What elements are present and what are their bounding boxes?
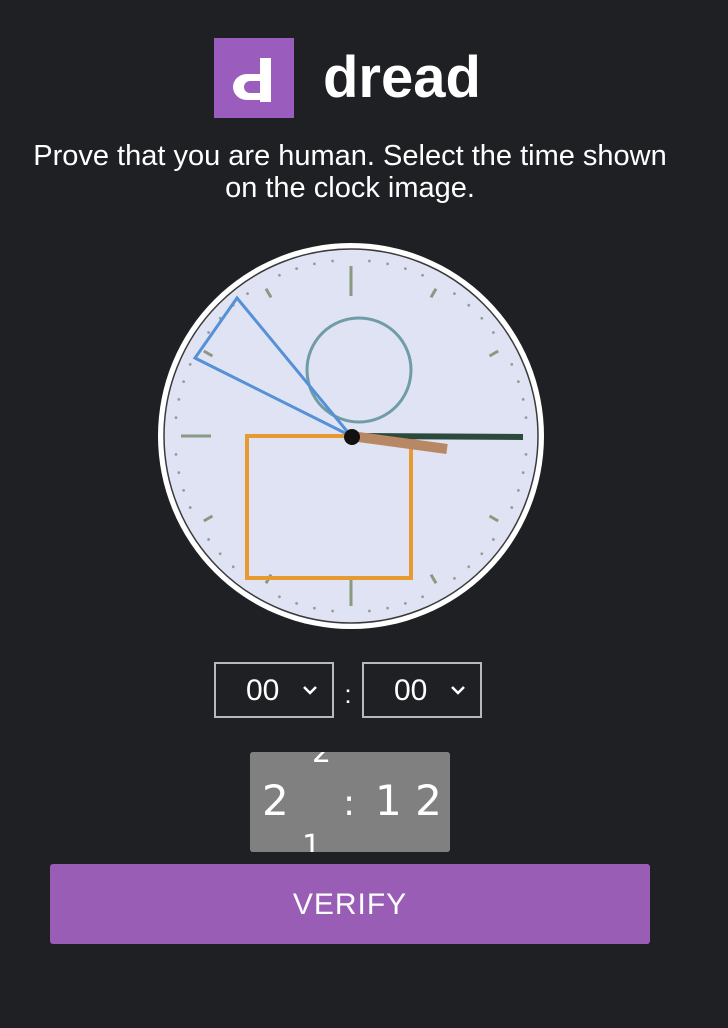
dread-logo <box>214 38 294 118</box>
minute-dot <box>231 565 235 569</box>
chevron-down-icon <box>451 686 465 695</box>
minute-dot <box>467 565 471 569</box>
minute-dot <box>516 380 520 384</box>
minute-dot <box>188 506 192 509</box>
minute-dot <box>182 488 186 492</box>
hour-select[interactable]: 00 <box>214 662 334 718</box>
logo-letter-icon <box>233 58 271 102</box>
captcha-text-image: 2 2 : 1 2 1 <box>250 752 450 852</box>
time-separator: : <box>344 678 352 709</box>
minute-dot <box>453 292 456 296</box>
brand-header: dread <box>214 38 481 118</box>
minute-dot <box>331 259 335 263</box>
minute-dot <box>521 398 525 401</box>
minute-dot <box>177 398 181 401</box>
minute-dot <box>386 262 389 266</box>
minute-dot <box>524 416 528 420</box>
hour-select-value: 00 <box>246 674 280 707</box>
minute-dot <box>174 416 178 420</box>
minute-dot <box>188 363 192 366</box>
minute-dot <box>467 303 471 307</box>
captcha-main-left: 2 <box>262 776 289 825</box>
minute-dot <box>313 262 316 266</box>
captcha-page: dread Prove that you are human. Select t… <box>0 0 728 1028</box>
minute-dot <box>278 273 281 277</box>
clock-image <box>158 243 544 629</box>
minute-dot <box>331 609 335 613</box>
minute-dot <box>367 609 371 613</box>
minute-dot <box>403 267 407 271</box>
verify-button[interactable]: VERIFY <box>50 864 650 944</box>
minute-dot <box>521 471 525 474</box>
minute-dot <box>174 452 178 456</box>
minute-dot <box>367 259 371 263</box>
minute-dot <box>246 292 249 296</box>
minute-dot <box>295 267 299 271</box>
minute-dot <box>453 576 456 580</box>
minute-dot <box>491 538 495 541</box>
minute-dot <box>313 606 316 610</box>
minute-dot <box>295 601 299 605</box>
captcha-fragment-top: 2 <box>312 752 331 770</box>
minute-dot <box>207 538 211 541</box>
minute-dot <box>510 506 514 509</box>
clock-center-pin <box>344 429 360 445</box>
chevron-down-icon <box>303 686 317 695</box>
instructions-text: Prove that you are human. Select the tim… <box>33 140 667 204</box>
minute-dot <box>403 601 407 605</box>
minute-dot <box>480 552 484 556</box>
minute-dot <box>510 363 514 366</box>
minute-dot <box>524 452 528 456</box>
minute-dot <box>421 595 424 599</box>
minute-dot <box>218 552 222 556</box>
minute-dot <box>207 331 211 334</box>
minute-dot <box>182 380 186 384</box>
brand-name: dread <box>323 45 481 110</box>
minute-dot <box>386 606 389 610</box>
minute-select-value: 00 <box>394 674 428 707</box>
captcha-main-right: 1 2 <box>375 776 442 825</box>
minute-dot <box>491 331 495 334</box>
time-select-group: 00 : 00 <box>214 662 482 718</box>
minute-dot <box>516 488 520 492</box>
captcha-fragment-bottom: 1 <box>302 829 321 852</box>
minute-select[interactable]: 00 <box>362 662 482 718</box>
captcha-separator: : <box>343 783 355 824</box>
minute-dot <box>480 316 484 320</box>
minute-dot <box>421 273 424 277</box>
minute-dot <box>278 595 281 599</box>
minute-dot <box>177 471 181 474</box>
